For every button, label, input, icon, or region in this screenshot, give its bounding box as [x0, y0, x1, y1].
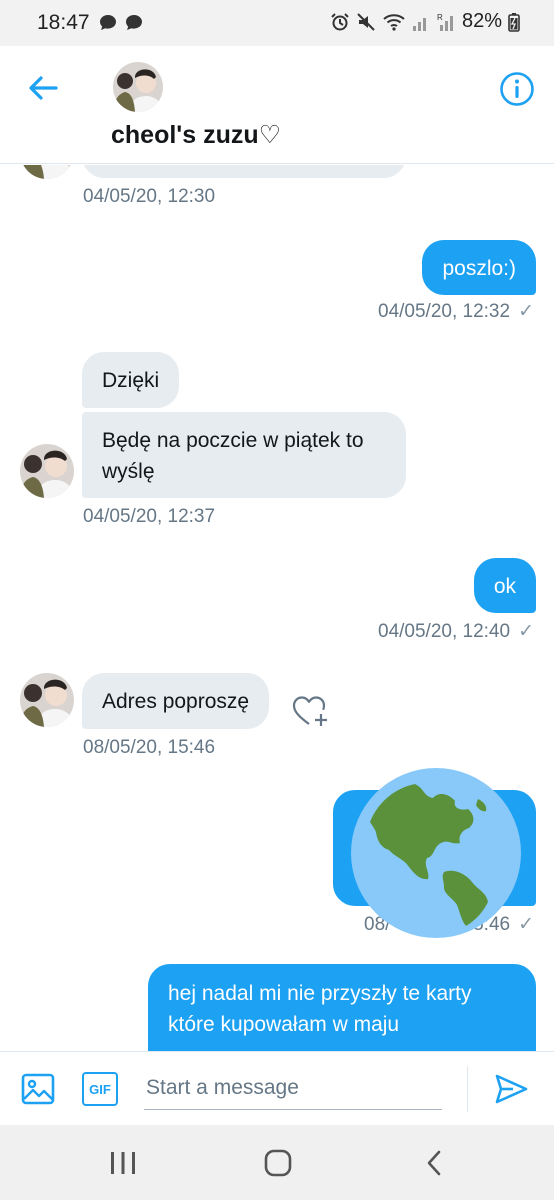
message-input[interactable] [144, 1066, 442, 1110]
message-bubble-received[interactable]: Dzięki [82, 352, 180, 408]
message-text: ok [493, 575, 516, 598]
message-bubble-sent[interactable]: hej nadal mi nie przyszły te karty które… [148, 964, 536, 1051]
alarm-icon [331, 12, 349, 30]
message-text: poszlo:) [442, 257, 516, 280]
battery-percent: 82% [461, 10, 502, 32]
chat-bubble-icon [100, 15, 116, 30]
globe-icon [351, 768, 521, 938]
contact-avatar[interactable] [113, 62, 163, 112]
home-icon[interactable] [264, 1149, 292, 1177]
notification-icons [98, 13, 144, 33]
chat-bubble-icon [126, 15, 142, 30]
gif-label: GIF [89, 1081, 111, 1097]
message-meta: 04/05/20, 12:32 ✓ [378, 300, 534, 323]
composer-divider [467, 1066, 468, 1112]
message-timestamp: 04/05/20, 12:32 [378, 300, 511, 322]
message-timestamp: 04/05/20, 12:37 [83, 506, 216, 527]
message-text: Adres poproszę [102, 690, 250, 713]
message-bubble-received[interactable]: Adres poproszę [82, 673, 270, 729]
system-icons: R 82% [330, 10, 520, 33]
contact-name[interactable]: cheol's zuzu♡ [111, 120, 281, 150]
svg-text:R: R [437, 13, 443, 22]
message-bubble-sent[interactable]: poszlo:) [422, 240, 536, 295]
message-composer: GIF [0, 1051, 554, 1125]
signal-icon [412, 17, 426, 31]
sent-check-icon: ✓ [518, 301, 534, 322]
mute-icon [357, 12, 375, 31]
signal-roaming-icon: R [437, 13, 453, 31]
message-bubble-sent[interactable]: ok [473, 558, 536, 613]
nav-back-icon[interactable] [424, 1149, 444, 1177]
message-timestamp: 08/05/20, 15:46 [83, 737, 216, 758]
message-list[interactable]: 04/05/20, 12:30 poszlo:) 04/05/20, 12:32… [0, 165, 554, 1051]
message-text: hej nadal mi nie przyszły te karty które… [168, 982, 472, 1036]
status-bar: 18:47 R 82% [0, 0, 554, 46]
message-text: Dzięki [102, 369, 160, 392]
conversation-header: cheol's zuzu♡ [0, 46, 554, 164]
message-timestamp: 04/05/20, 12:40 [378, 620, 511, 642]
wifi-icon [383, 13, 405, 31]
message-bubble-received[interactable]: Będę na poczcie w piątek to wyślę [82, 412, 406, 498]
info-icon[interactable] [499, 71, 535, 107]
recent-apps-icon[interactable] [108, 1149, 138, 1177]
sender-avatar[interactable] [20, 444, 74, 498]
sent-check-icon: ✓ [518, 621, 534, 642]
back-arrow-icon[interactable] [26, 71, 60, 105]
message-text: Będę na poczcie w piątek to wyślę [102, 429, 364, 483]
status-time: 18:47 [37, 11, 90, 34]
react-heart-icon[interactable] [292, 694, 330, 728]
system-nav-bar [0, 1125, 554, 1200]
gif-button[interactable]: GIF [82, 1072, 118, 1106]
send-icon[interactable] [493, 1071, 529, 1107]
message-timestamp: 04/05/20, 12:30 [83, 186, 216, 207]
sender-avatar[interactable] [20, 673, 74, 727]
message-meta: 04/05/20, 12:40 ✓ [378, 620, 534, 643]
message-bubble-received[interactable] [82, 165, 406, 178]
image-icon[interactable] [21, 1072, 55, 1106]
battery-charging-icon [508, 12, 520, 32]
sender-avatar[interactable] [20, 165, 74, 179]
